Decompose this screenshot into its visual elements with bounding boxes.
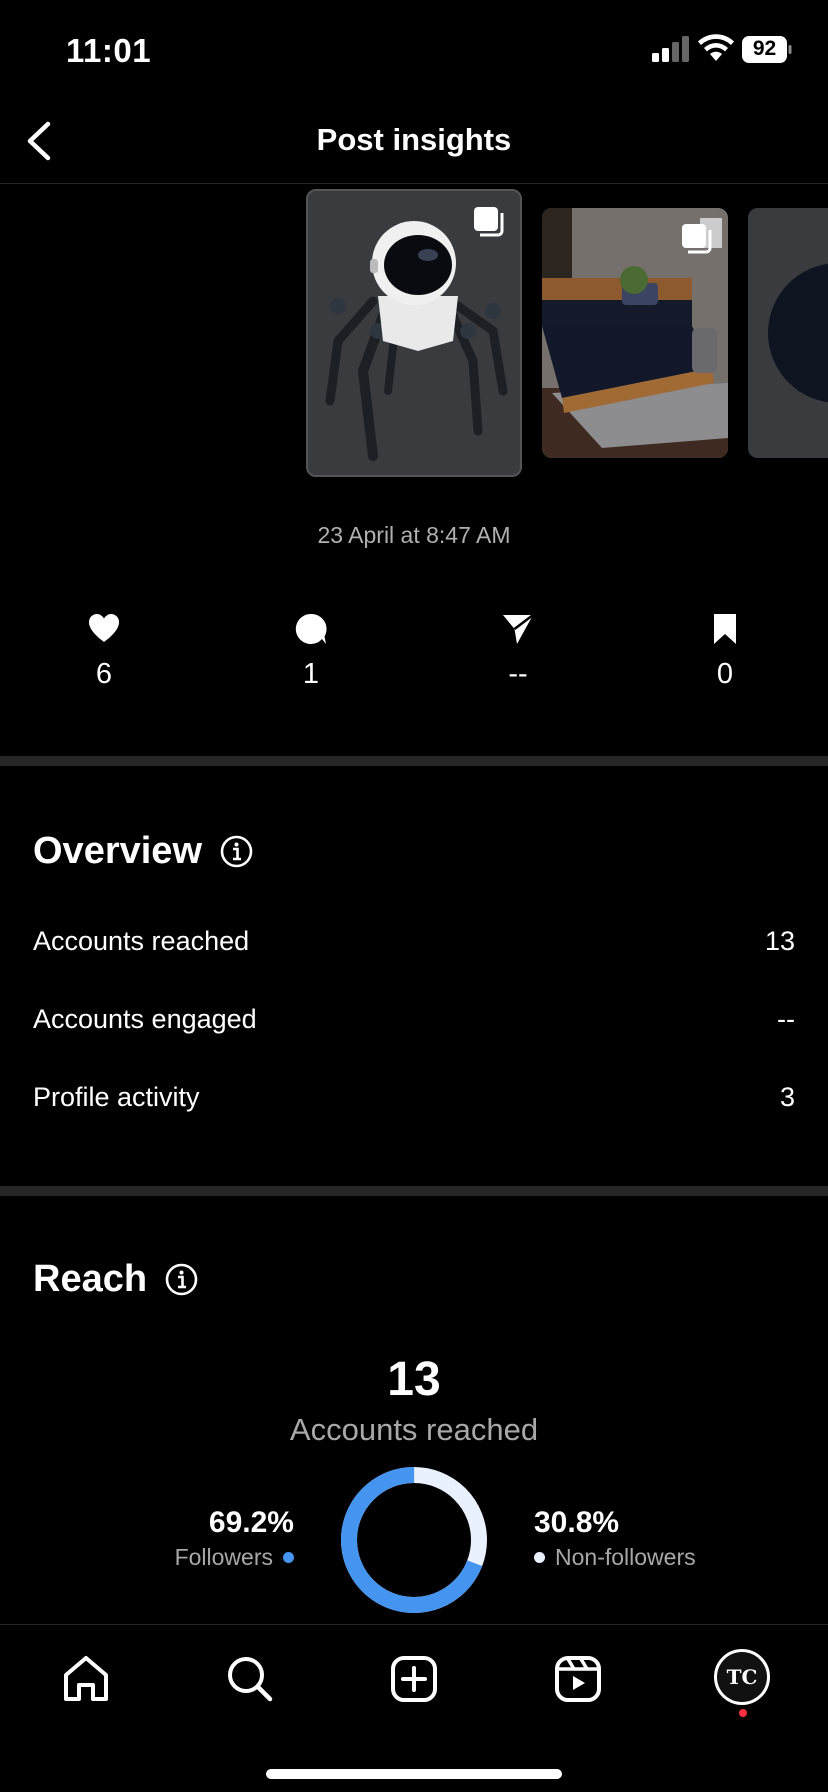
bookmark-icon xyxy=(714,614,736,644)
followers-legend: 69.2% Followers xyxy=(175,1506,294,1571)
status-time: 11:01 xyxy=(66,32,152,69)
tab-home[interactable] xyxy=(58,1651,114,1707)
row-label: Profile activity xyxy=(33,1082,200,1112)
row-value: 3 xyxy=(779,1082,795,1112)
tab-reels[interactable] xyxy=(550,1651,606,1707)
profile-activity-row[interactable]: Profile activity 3 xyxy=(33,1082,795,1113)
row-label: Accounts engaged xyxy=(33,1004,257,1034)
tab-search[interactable] xyxy=(222,1651,278,1707)
reels-icon xyxy=(555,1656,601,1702)
tab-bar: TC xyxy=(0,1624,828,1792)
comments-count: 1 xyxy=(302,658,320,690)
info-icon[interactable] xyxy=(220,835,253,868)
page-title: Post insights xyxy=(316,122,512,157)
wifi-icon xyxy=(698,34,734,61)
shares-stat: -- xyxy=(458,612,578,691)
followers-arc xyxy=(341,1467,487,1613)
reach-header: Reach xyxy=(33,1258,198,1301)
sphere-image xyxy=(748,208,828,458)
post-media-carousel[interactable] xyxy=(0,186,828,486)
overview-title: Overview xyxy=(33,830,202,872)
reach-total: 13 xyxy=(387,1353,441,1406)
likes-count: 6 xyxy=(95,658,113,690)
row-value: -- xyxy=(777,1004,795,1034)
nonfollowers-dot xyxy=(534,1552,545,1563)
row-label: Accounts reached xyxy=(33,926,250,956)
comment-icon xyxy=(295,613,327,644)
tab-profile-avatar[interactable]: TC xyxy=(714,1649,770,1705)
nonfollowers-legend: 30.8% Non-followers xyxy=(534,1506,696,1571)
notification-dot xyxy=(739,1709,747,1717)
followers-percentage: 69.2% xyxy=(208,1506,294,1539)
share-paper-plane-icon xyxy=(503,614,534,644)
multiple-posts-icon xyxy=(682,224,712,254)
tab-create[interactable] xyxy=(386,1651,442,1707)
post-thumbnail-sphere[interactable] xyxy=(748,208,828,458)
shares-count: -- xyxy=(508,658,528,690)
likes-stat: 6 xyxy=(44,612,164,691)
row-value: 13 xyxy=(764,926,795,956)
heart-icon xyxy=(89,614,119,642)
post-date: 23 April at 8:47 AM xyxy=(317,522,511,548)
navigation-bar: Post insights xyxy=(0,100,828,184)
avatar: TC xyxy=(717,1652,767,1702)
post-thumbnail-robot[interactable] xyxy=(306,189,522,477)
nonfollowers-percentage: 30.8% xyxy=(534,1506,620,1539)
overview-header: Overview xyxy=(33,830,253,873)
nonfollowers-label: Non-followers xyxy=(555,1544,696,1570)
multiple-posts-icon xyxy=(474,207,504,237)
saves-count: 0 xyxy=(716,658,734,690)
info-icon[interactable] xyxy=(165,1263,198,1296)
accounts-reached-row[interactable]: Accounts reached 13 xyxy=(33,926,795,957)
post-thumbnail-bedroom[interactable] xyxy=(542,208,728,458)
reach-donut-chart xyxy=(341,1467,487,1613)
section-divider xyxy=(0,1186,828,1196)
saves-stat: 0 xyxy=(665,612,785,691)
battery-level: 92 xyxy=(752,37,777,60)
post-stats: 6 1 -- 0 xyxy=(0,612,828,692)
reach-title: Reach xyxy=(33,1258,148,1300)
accounts-engaged-row[interactable]: Accounts engaged -- xyxy=(33,1004,795,1035)
section-divider xyxy=(0,756,828,766)
create-post-icon xyxy=(391,1656,437,1702)
reach-total-label: Accounts reached xyxy=(289,1412,539,1447)
status-bar: 11:01 92 xyxy=(0,0,828,100)
cellular-signal-icon xyxy=(652,36,689,62)
comments-stat: 1 xyxy=(251,612,371,691)
home-icon xyxy=(64,1656,108,1701)
search-icon xyxy=(228,1657,273,1702)
followers-label: Followers xyxy=(174,1544,273,1570)
followers-dot xyxy=(283,1552,294,1563)
home-indicator[interactable] xyxy=(266,1769,562,1779)
